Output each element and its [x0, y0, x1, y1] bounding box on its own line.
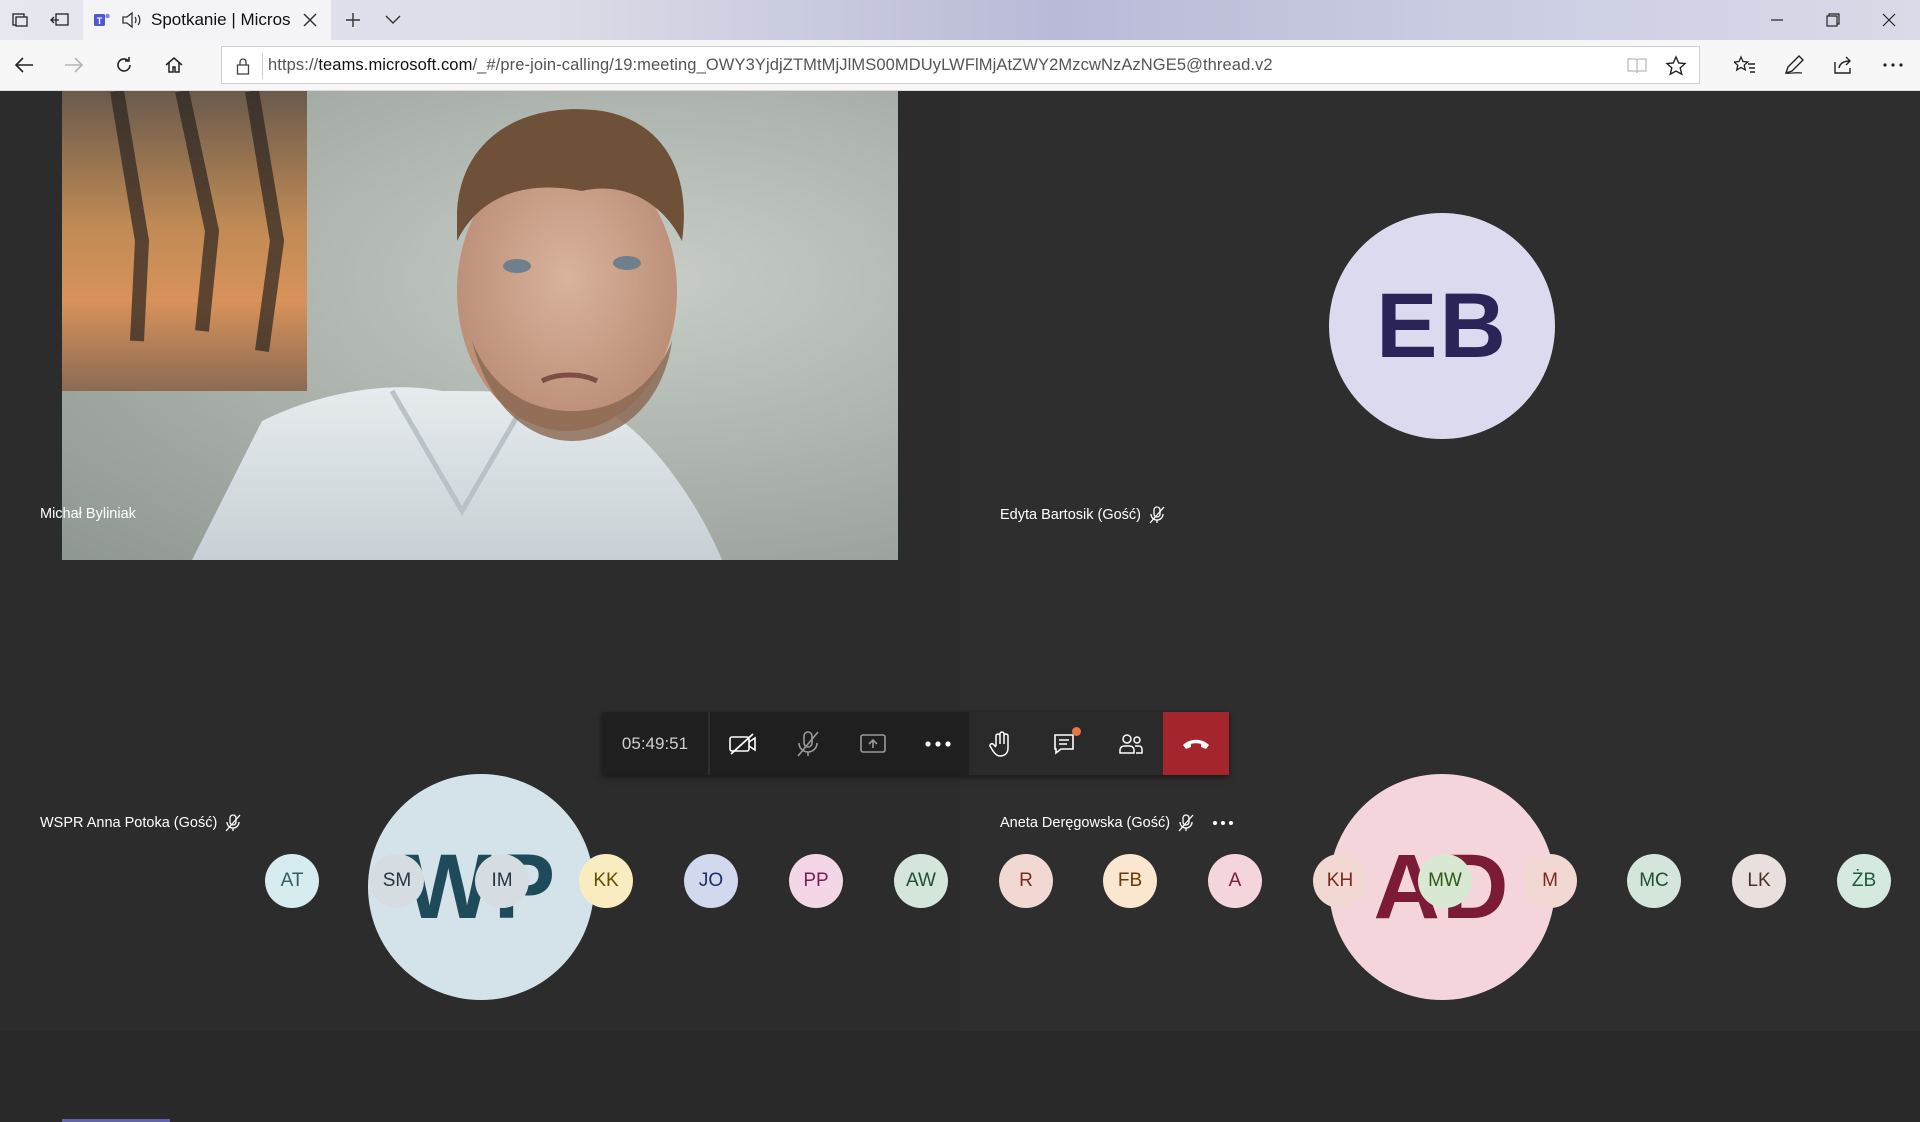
teams-favicon-icon: T [94, 13, 110, 26]
restore-icon[interactable] [1805, 0, 1861, 40]
chat-button[interactable] [1034, 712, 1099, 775]
browser-address-bar: https://teams.microsoft.com/_#/pre-join-… [0, 40, 1920, 91]
browser-tab-bar: T Spotkanie | Microsc [0, 0, 1920, 40]
participant-avatar[interactable]: M [1523, 854, 1577, 908]
participant-avatar[interactable]: IM [475, 854, 529, 908]
raise-hand-icon [989, 730, 1010, 757]
participant-avatar[interactable]: SM [370, 854, 424, 908]
meeting-stage: Michał Byliniak EB Edyta Bartosik (Gość)… [0, 91, 1920, 1122]
participant-avatar[interactable]: JO [684, 854, 738, 908]
participant-avatar[interactable]: R [999, 854, 1053, 908]
tab-preview-chevron-icon[interactable] [373, 0, 413, 40]
participant-name-row: Edyta Bartosik (Gość) [1000, 506, 1165, 524]
participant-avatar[interactable]: FB [1103, 854, 1157, 908]
home-icon[interactable] [154, 45, 194, 85]
participant-name: WSPR Anna Potoka (Gość) [40, 815, 218, 831]
new-tab-icon[interactable] [333, 0, 373, 40]
participant-avatar[interactable]: KH [1313, 854, 1367, 908]
hang-up-button[interactable] [1163, 712, 1229, 775]
mic-off-icon [796, 730, 819, 757]
participants-icon [1119, 733, 1143, 754]
favorites-list-icon[interactable] [1725, 45, 1765, 85]
lock-icon[interactable] [236, 57, 250, 75]
share-screen-button[interactable] [840, 712, 905, 775]
mic-off-icon [1178, 814, 1194, 832]
participant-video [62, 91, 898, 560]
participant-avatar[interactable]: AT [265, 854, 319, 908]
set-tabs-aside-icon[interactable] [40, 0, 80, 40]
mic-off-icon [225, 814, 241, 832]
call-timer: 05:49:51 [621, 733, 689, 753]
camera-off-button[interactable] [710, 712, 775, 775]
participant-tile-eb[interactable]: EB Edyta Bartosik (Gość) [960, 91, 1920, 560]
participant-avatar[interactable]: KK [579, 854, 633, 908]
participant-avatar[interactable]: LK [1732, 854, 1786, 908]
more-actions-button[interactable] [905, 712, 970, 775]
url-path: /_#/pre-join-calling/19:meeting_OWY3Yjdj… [472, 56, 1273, 74]
avatar: EB [1329, 213, 1555, 439]
camera-off-icon [728, 732, 756, 755]
close-tab-icon[interactable] [301, 11, 319, 29]
url-prefix: https:// [268, 56, 319, 74]
mic-off-icon [1149, 506, 1165, 524]
video-frame-image [62, 91, 722, 560]
chat-notification-badge [1071, 727, 1081, 736]
participants-button[interactable] [1099, 712, 1164, 775]
hang-up-icon [1183, 739, 1210, 749]
forward-arrow-icon[interactable] [54, 45, 94, 85]
participant-name-row: Aneta Deręgowska (Gość) [1000, 814, 1234, 832]
ellipsis-icon [924, 740, 951, 747]
tab-active[interactable]: T Spotkanie | Microsc [83, 0, 331, 40]
url-domain: teams.microsoft.com [318, 56, 473, 74]
participant-name-row: WSPR Anna Potoka (Gość) [40, 814, 241, 832]
participant-name: Edyta Bartosik (Gość) [1000, 507, 1142, 523]
close-window-icon[interactable] [1861, 0, 1917, 40]
participant-avatar[interactable]: PP [789, 854, 843, 908]
minimize-icon[interactable] [1749, 0, 1805, 40]
pen-notes-icon[interactable] [1774, 45, 1814, 85]
participant-avatar[interactable]: MC [1627, 854, 1681, 908]
participant-tile-ad[interactable]: AD Aneta Deręgowska (Gość) [960, 560, 1920, 1031]
raise-hand-button[interactable] [969, 712, 1034, 775]
refresh-icon[interactable] [104, 45, 144, 85]
reading-view-icon[interactable] [1627, 57, 1647, 75]
favorite-star-icon[interactable] [1665, 55, 1687, 77]
participant-tile-wp[interactable]: WP WSPR Anna Potoka (Gość) [0, 560, 960, 1031]
share-icon[interactable] [1823, 45, 1863, 85]
back-arrow-icon[interactable] [4, 45, 44, 85]
participant-avatar[interactable]: MW [1418, 854, 1472, 908]
call-controls-secondary [969, 712, 1229, 775]
share-screen-icon [859, 733, 886, 753]
tab-title: Spotkanie | Microsc [151, 10, 291, 29]
participant-more-icon[interactable] [1212, 820, 1234, 826]
mute-button[interactable] [775, 712, 840, 775]
participant-avatar[interactable]: A [1208, 854, 1262, 908]
participant-tile-video[interactable]: Michał Byliniak [0, 91, 960, 560]
address-separator [262, 53, 263, 79]
tab-sets-icon[interactable] [0, 0, 40, 40]
svg-text:T: T [97, 16, 103, 26]
participant-name: Aneta Deręgowska (Gość) [1000, 815, 1171, 831]
participant-avatar[interactable]: AW [894, 854, 948, 908]
participant-avatar[interactable]: ŻB [1837, 854, 1891, 908]
more-options-icon[interactable] [1873, 45, 1913, 85]
participant-name: Michał Byliniak [40, 506, 136, 522]
address-field[interactable]: https://teams.microsoft.com/_#/pre-join-… [221, 46, 1700, 84]
speaker-audio-icon[interactable] [121, 11, 143, 29]
url-text[interactable]: https://teams.microsoft.com/_#/pre-join-… [268, 56, 1273, 75]
